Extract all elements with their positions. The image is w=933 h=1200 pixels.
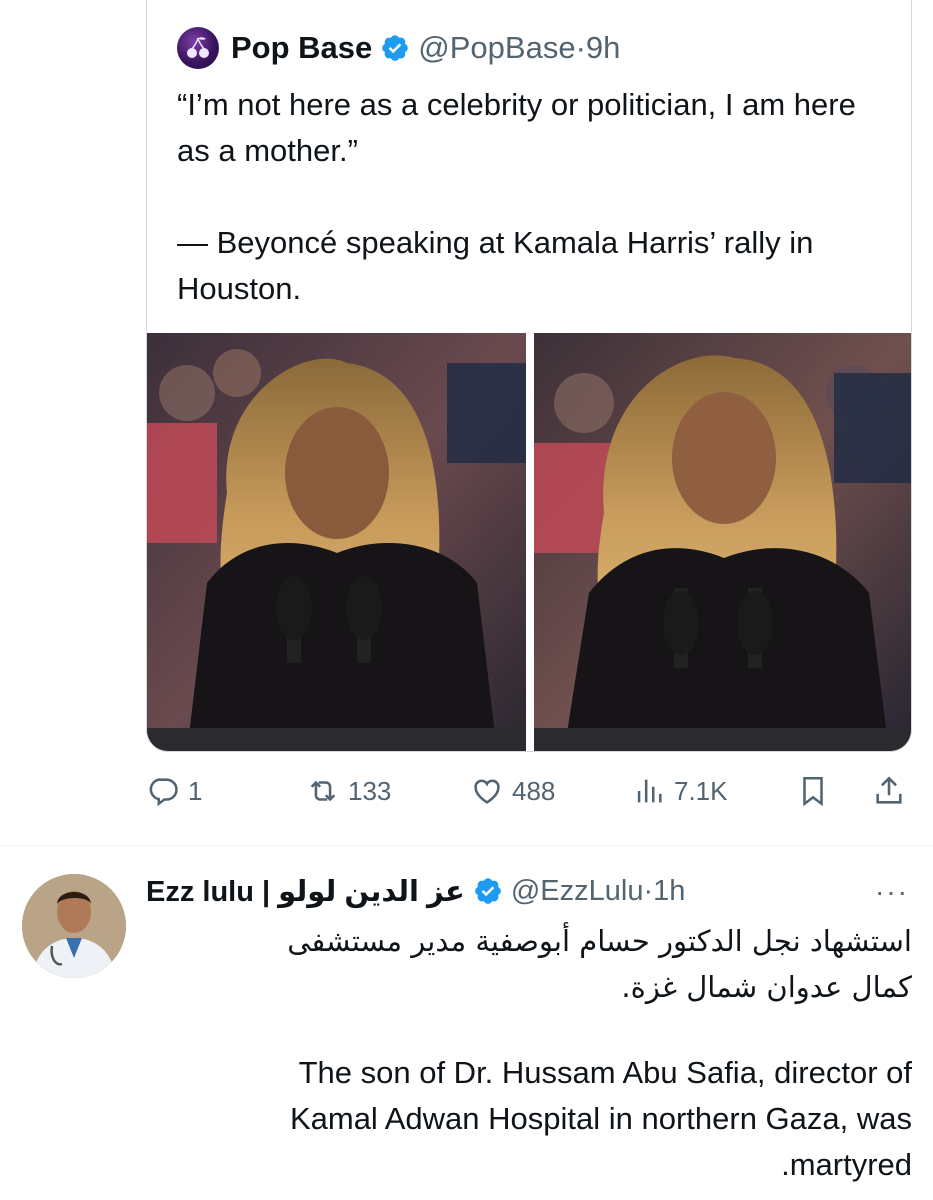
bookmark-icon — [803, 776, 823, 807]
views-count: 7.1K — [674, 775, 728, 806]
tweet-actions-bar: 1 133 488 7.1K — [146, 770, 912, 816]
like-button[interactable]: 488 — [470, 774, 555, 808]
tweet-text-arabic: استشهاد نجل الدكتور حسام أبوصفية مدير مس… — [287, 924, 912, 1004]
reply-icon — [149, 778, 178, 807]
repost-count: 133 — [348, 775, 392, 806]
verified-badge-icon — [475, 878, 501, 904]
bookmark-button[interactable] — [796, 774, 838, 808]
share-icon — [876, 776, 902, 804]
share-button[interactable] — [872, 774, 914, 808]
avatar[interactable] — [22, 874, 126, 978]
verified-badge-icon — [382, 35, 409, 61]
repost-button[interactable]: 133 — [306, 774, 391, 808]
tweet-photo-2[interactable] — [534, 333, 911, 751]
tweet-photo-1[interactable] — [147, 333, 526, 751]
quoted-author-name[interactable]: Pop Base — [231, 30, 372, 66]
quoted-tweet-header: Pop Base @PopBase · 9h — [177, 27, 620, 69]
reply-count: 1 — [188, 775, 203, 806]
time-separator: · — [575, 30, 586, 65]
views-icon — [637, 779, 662, 803]
media-grid — [147, 333, 911, 751]
cherry-logo-icon[interactable] — [177, 27, 219, 69]
like-icon — [474, 779, 500, 804]
tweet[interactable]: Ezz lulu | عز الدين لولو @EzzLulu · 1h ·… — [0, 846, 933, 1200]
views-button[interactable]: 7.1K — [632, 774, 728, 808]
more-options-icon[interactable]: ··· — [875, 876, 909, 908]
quoted-author-handle[interactable]: @PopBase — [418, 30, 575, 66]
quoted-tweet-time[interactable]: 9h — [586, 30, 620, 66]
author-name[interactable]: Ezz lulu | عز الدين لولو — [146, 874, 465, 909]
tweet-header: Ezz lulu | عز الدين لولو @EzzLulu · 1h — [146, 870, 685, 912]
like-count: 488 — [512, 775, 556, 806]
repost-icon — [310, 780, 336, 802]
tweet-time[interactable]: 1h — [653, 875, 685, 908]
quoted-tweet-card[interactable]: Pop Base @PopBase · 9h “I’m not here as … — [146, 0, 912, 752]
reply-button[interactable]: 1 — [146, 774, 202, 808]
tweet-text-english: The son of Dr. Hussam Abu Safia, directo… — [289, 1055, 912, 1182]
time-separator: · — [643, 874, 654, 907]
quoted-tweet-text: “I’m not here as a celebrity or politici… — [177, 87, 856, 306]
author-handle[interactable]: @EzzLulu — [511, 875, 644, 908]
